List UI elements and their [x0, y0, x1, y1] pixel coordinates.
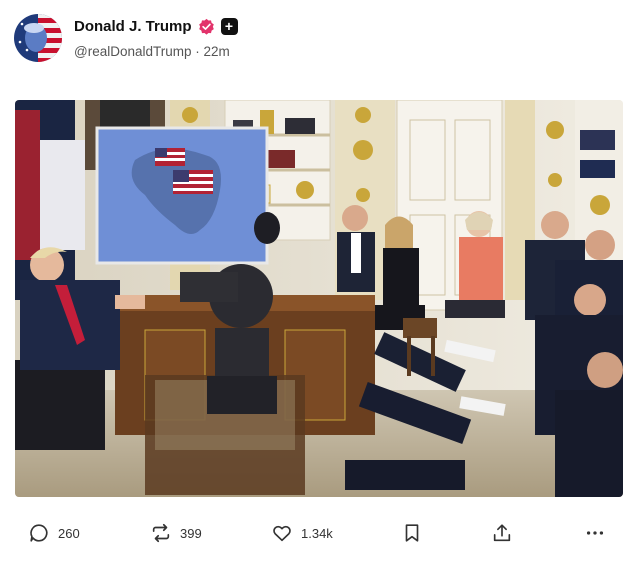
avatar-image — [14, 14, 62, 62]
more-options-button[interactable] — [584, 522, 606, 544]
follow-plus-icon[interactable]: + — [220, 18, 238, 35]
separator: · — [195, 44, 200, 59]
like-button[interactable]: 1.34k — [271, 522, 333, 544]
verified-badge-icon — [198, 18, 214, 35]
heart-icon — [273, 525, 291, 542]
repost-button[interactable]: 399 — [150, 522, 202, 544]
handle-row: @realDonaldTrump · 22m — [74, 44, 230, 59]
post-header: Donald J. Trump + @realDonaldTrump · 22m — [14, 14, 614, 64]
like-count: 1.34k — [301, 525, 333, 541]
timestamp[interactable]: 22m — [204, 44, 230, 59]
handle[interactable]: @realDonaldTrump — [74, 44, 192, 59]
display-name[interactable]: Donald J. Trump — [74, 18, 192, 35]
bookmark-icon — [405, 524, 419, 542]
bookmark-button[interactable] — [401, 522, 423, 544]
more-dots-icon — [586, 531, 604, 535]
avatar[interactable] — [14, 14, 62, 62]
share-icon — [493, 524, 511, 542]
share-button[interactable] — [491, 522, 513, 544]
post-image[interactable] — [15, 100, 623, 497]
action-bar: 260 399 1.34k — [28, 516, 616, 550]
reply-count: 260 — [58, 525, 80, 541]
repost-count: 399 — [180, 525, 202, 541]
name-row: Donald J. Trump + — [74, 18, 238, 35]
reply-icon — [30, 524, 48, 542]
repost-icon — [152, 523, 170, 543]
reply-button[interactable]: 260 — [28, 522, 80, 544]
oval-office-meeting-photo — [15, 100, 623, 497]
